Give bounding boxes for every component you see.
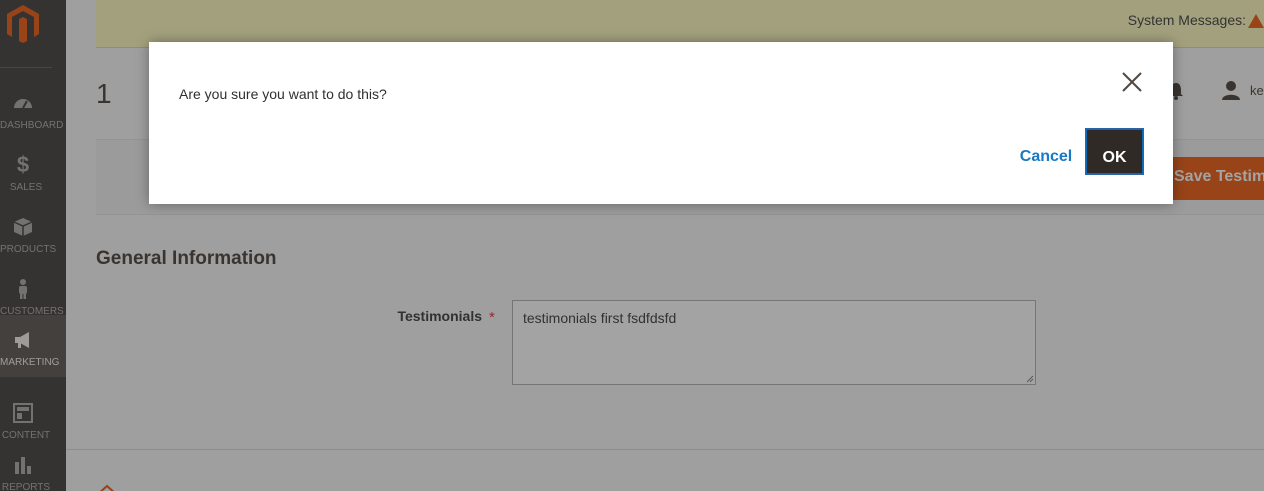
- cancel-button[interactable]: Cancel: [1001, 128, 1091, 172]
- confirm-modal: Are you sure you want to do this? Cancel…: [149, 42, 1173, 204]
- ok-button[interactable]: OK: [1085, 128, 1144, 175]
- close-icon[interactable]: [1120, 70, 1144, 94]
- modal-message: Are you sure you want to do this?: [179, 86, 387, 102]
